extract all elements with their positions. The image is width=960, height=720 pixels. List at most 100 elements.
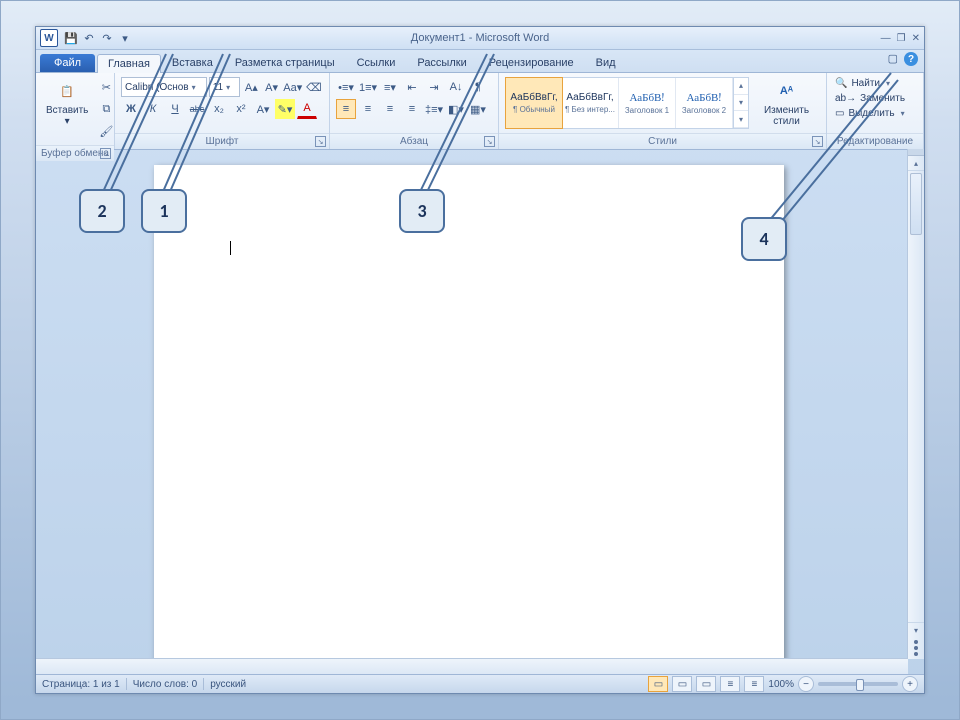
scroll-thumb[interactable] <box>910 173 922 235</box>
view-outline[interactable]: ≡ <box>720 676 740 692</box>
split-handle[interactable] <box>908 149 924 156</box>
sort-button[interactable]: A↓ <box>446 77 466 97</box>
scroll-down-icon[interactable]: ▾ <box>908 622 924 637</box>
select-button[interactable]: ▭Выделить▾ <box>833 107 907 120</box>
tab-view[interactable]: Вид <box>585 53 627 72</box>
style-preview: АаБбВвГг, <box>566 92 613 103</box>
vertical-scrollbar[interactable]: ▴ ▾ <box>907 149 924 659</box>
style-name-label: Заголовок 1 <box>625 106 669 115</box>
status-word-count[interactable]: Число слов: 0 <box>133 679 197 690</box>
font-launcher[interactable]: ↘ <box>315 136 326 147</box>
find-button[interactable]: 🔍Найти▾ <box>833 77 907 90</box>
ribbon-minimize-icon[interactable]: ▢ <box>888 52 898 66</box>
app-window: W 💾 ↶ ↷ ▾ Документ1 - Microsoft Word — ❐… <box>0 0 960 720</box>
grow-font-button[interactable]: A▴ <box>242 77 260 97</box>
align-center-button[interactable]: ≡ <box>358 99 378 119</box>
change-styles-label: Изменить стили <box>757 105 816 127</box>
help-icon[interactable]: ? <box>904 52 918 66</box>
tab-review[interactable]: Рецензирование <box>478 53 585 72</box>
page[interactable] <box>154 165 784 675</box>
style-normal[interactable]: АаБбВвГг, ¶ Обычный <box>505 77 563 129</box>
zoom-slider-knob[interactable] <box>856 679 864 691</box>
tab-file[interactable]: Файл <box>40 54 95 72</box>
show-marks-button[interactable]: ¶ <box>468 77 488 97</box>
style-heading1[interactable]: АаБбВ! Заголовок 1 <box>619 78 676 128</box>
decrease-indent-button[interactable]: ⇤ <box>402 77 422 97</box>
multilevel-button[interactable]: ≡▾ <box>380 77 400 97</box>
style-no-spacing[interactable]: АаБбВвГг, ¶ Без интер... <box>562 78 619 128</box>
tab-page-layout[interactable]: Разметка страницы <box>224 53 346 72</box>
redo-icon[interactable]: ↷ <box>100 31 114 45</box>
quick-access-toolbar: 💾 ↶ ↷ ▾ <box>64 31 132 45</box>
replace-button[interactable]: ab→Заменить <box>833 92 907 105</box>
tab-home[interactable]: Главная <box>97 54 161 73</box>
increase-indent-button[interactable]: ⇥ <box>424 77 444 97</box>
style-preview: АаБбВвГг, <box>510 92 557 103</box>
italic-button[interactable]: К <box>143 99 163 119</box>
group-styles: АаБбВвГг, ¶ Обычный АаБбВвГг, ¶ Без инте… <box>499 73 827 149</box>
horizontal-scrollbar[interactable] <box>36 658 908 675</box>
styles-gallery[interactable]: АаБбВвГг, ¶ Обычный АаБбВвГг, ¶ Без инте… <box>505 77 749 129</box>
word-window: W 💾 ↶ ↷ ▾ Документ1 - Microsoft Word — ❐… <box>35 26 925 694</box>
zoom-level[interactable]: 100% <box>768 679 794 690</box>
align-justify-button[interactable]: ≡ <box>402 99 422 119</box>
superscript-button[interactable]: x² <box>231 99 251 119</box>
zoom-slider[interactable] <box>818 682 898 686</box>
zoom-in-button[interactable]: + <box>902 676 918 692</box>
gallery-more-icon[interactable]: ▾ <box>734 111 748 128</box>
minimize-button[interactable]: — <box>881 33 891 44</box>
line-spacing-button[interactable]: ‡≡▾ <box>424 99 444 119</box>
highlight-button[interactable]: ✎▾ <box>275 99 295 119</box>
gallery-down-icon[interactable]: ▾ <box>734 95 748 112</box>
qat-dropdown-icon[interactable]: ▾ <box>118 31 132 45</box>
browse-object-icon[interactable] <box>914 640 918 656</box>
view-full-screen[interactable]: ▭ <box>672 676 692 692</box>
font-size-combo[interactable]: 11▾ <box>209 77 241 97</box>
numbering-button[interactable]: 1≡▾ <box>358 77 378 97</box>
styles-launcher[interactable]: ↘ <box>812 136 823 147</box>
format-painter-button[interactable]: 🖌 <box>96 121 116 141</box>
gallery-up-icon[interactable]: ▴ <box>734 78 748 95</box>
view-web[interactable]: ▭ <box>696 676 716 692</box>
view-draft[interactable]: ≡ <box>744 676 764 692</box>
bold-button[interactable]: Ж <box>121 99 141 119</box>
text-effects-button[interactable]: A▾ <box>253 99 273 119</box>
ribbon: 📋 Вставить▾ ✂ ⧉ 🖌 Буфер обмена↘ Calibri … <box>36 73 924 150</box>
select-label: Выделить <box>848 108 894 119</box>
subscript-button[interactable]: x₂ <box>209 99 229 119</box>
borders-button[interactable]: ▦▾ <box>468 99 488 119</box>
paste-icon: 📋 <box>53 79 81 103</box>
tab-references[interactable]: Ссылки <box>346 53 407 72</box>
restore-button[interactable]: ❐ <box>897 33 906 44</box>
paste-button[interactable]: 📋 Вставить▾ <box>42 77 92 129</box>
status-page[interactable]: Страница: 1 из 1 <box>42 679 120 690</box>
find-icon: 🔍 <box>835 78 847 89</box>
paragraph-launcher[interactable]: ↘ <box>484 136 495 147</box>
word-app-icon: W <box>40 29 58 47</box>
font-color-button[interactable]: A <box>297 100 317 119</box>
bullets-button[interactable]: •≡▾ <box>336 77 356 97</box>
font-name-combo[interactable]: Calibri (Основ▾ <box>121 77 207 97</box>
close-button[interactable]: ✕ <box>912 33 920 44</box>
style-heading2[interactable]: АаБбВ! Заголовок 2 <box>676 78 733 128</box>
shading-button[interactable]: ◧▾ <box>446 99 466 119</box>
tab-insert[interactable]: Вставка <box>161 53 224 72</box>
group-font: Calibri (Основ▾ 11▾ A▴ A▾ Aa▾ ⌫ Ж К Ч ab… <box>115 73 330 149</box>
zoom-out-button[interactable]: − <box>798 676 814 692</box>
tab-mailings[interactable]: Рассылки <box>406 53 477 72</box>
align-left-button[interactable]: ≡ <box>336 99 356 119</box>
save-icon[interactable]: 💾 <box>64 31 78 45</box>
status-language[interactable]: русский <box>210 679 246 690</box>
align-right-button[interactable]: ≡ <box>380 99 400 119</box>
view-print-layout[interactable]: ▭ <box>648 676 668 692</box>
change-styles-button[interactable]: Aᴬ Изменить стили <box>753 77 820 129</box>
shrink-font-button[interactable]: A▾ <box>262 77 280 97</box>
clear-format-button[interactable]: ⌫ <box>305 77 323 97</box>
scroll-up-icon[interactable]: ▴ <box>908 156 924 171</box>
undo-icon[interactable]: ↶ <box>82 31 96 45</box>
cut-button[interactable]: ✂ <box>96 77 116 97</box>
change-case-button[interactable]: Aa▾ <box>283 77 303 97</box>
strike-button[interactable]: abc <box>187 99 207 119</box>
underline-button[interactable]: Ч <box>165 99 185 119</box>
copy-button[interactable]: ⧉ <box>96 99 116 119</box>
